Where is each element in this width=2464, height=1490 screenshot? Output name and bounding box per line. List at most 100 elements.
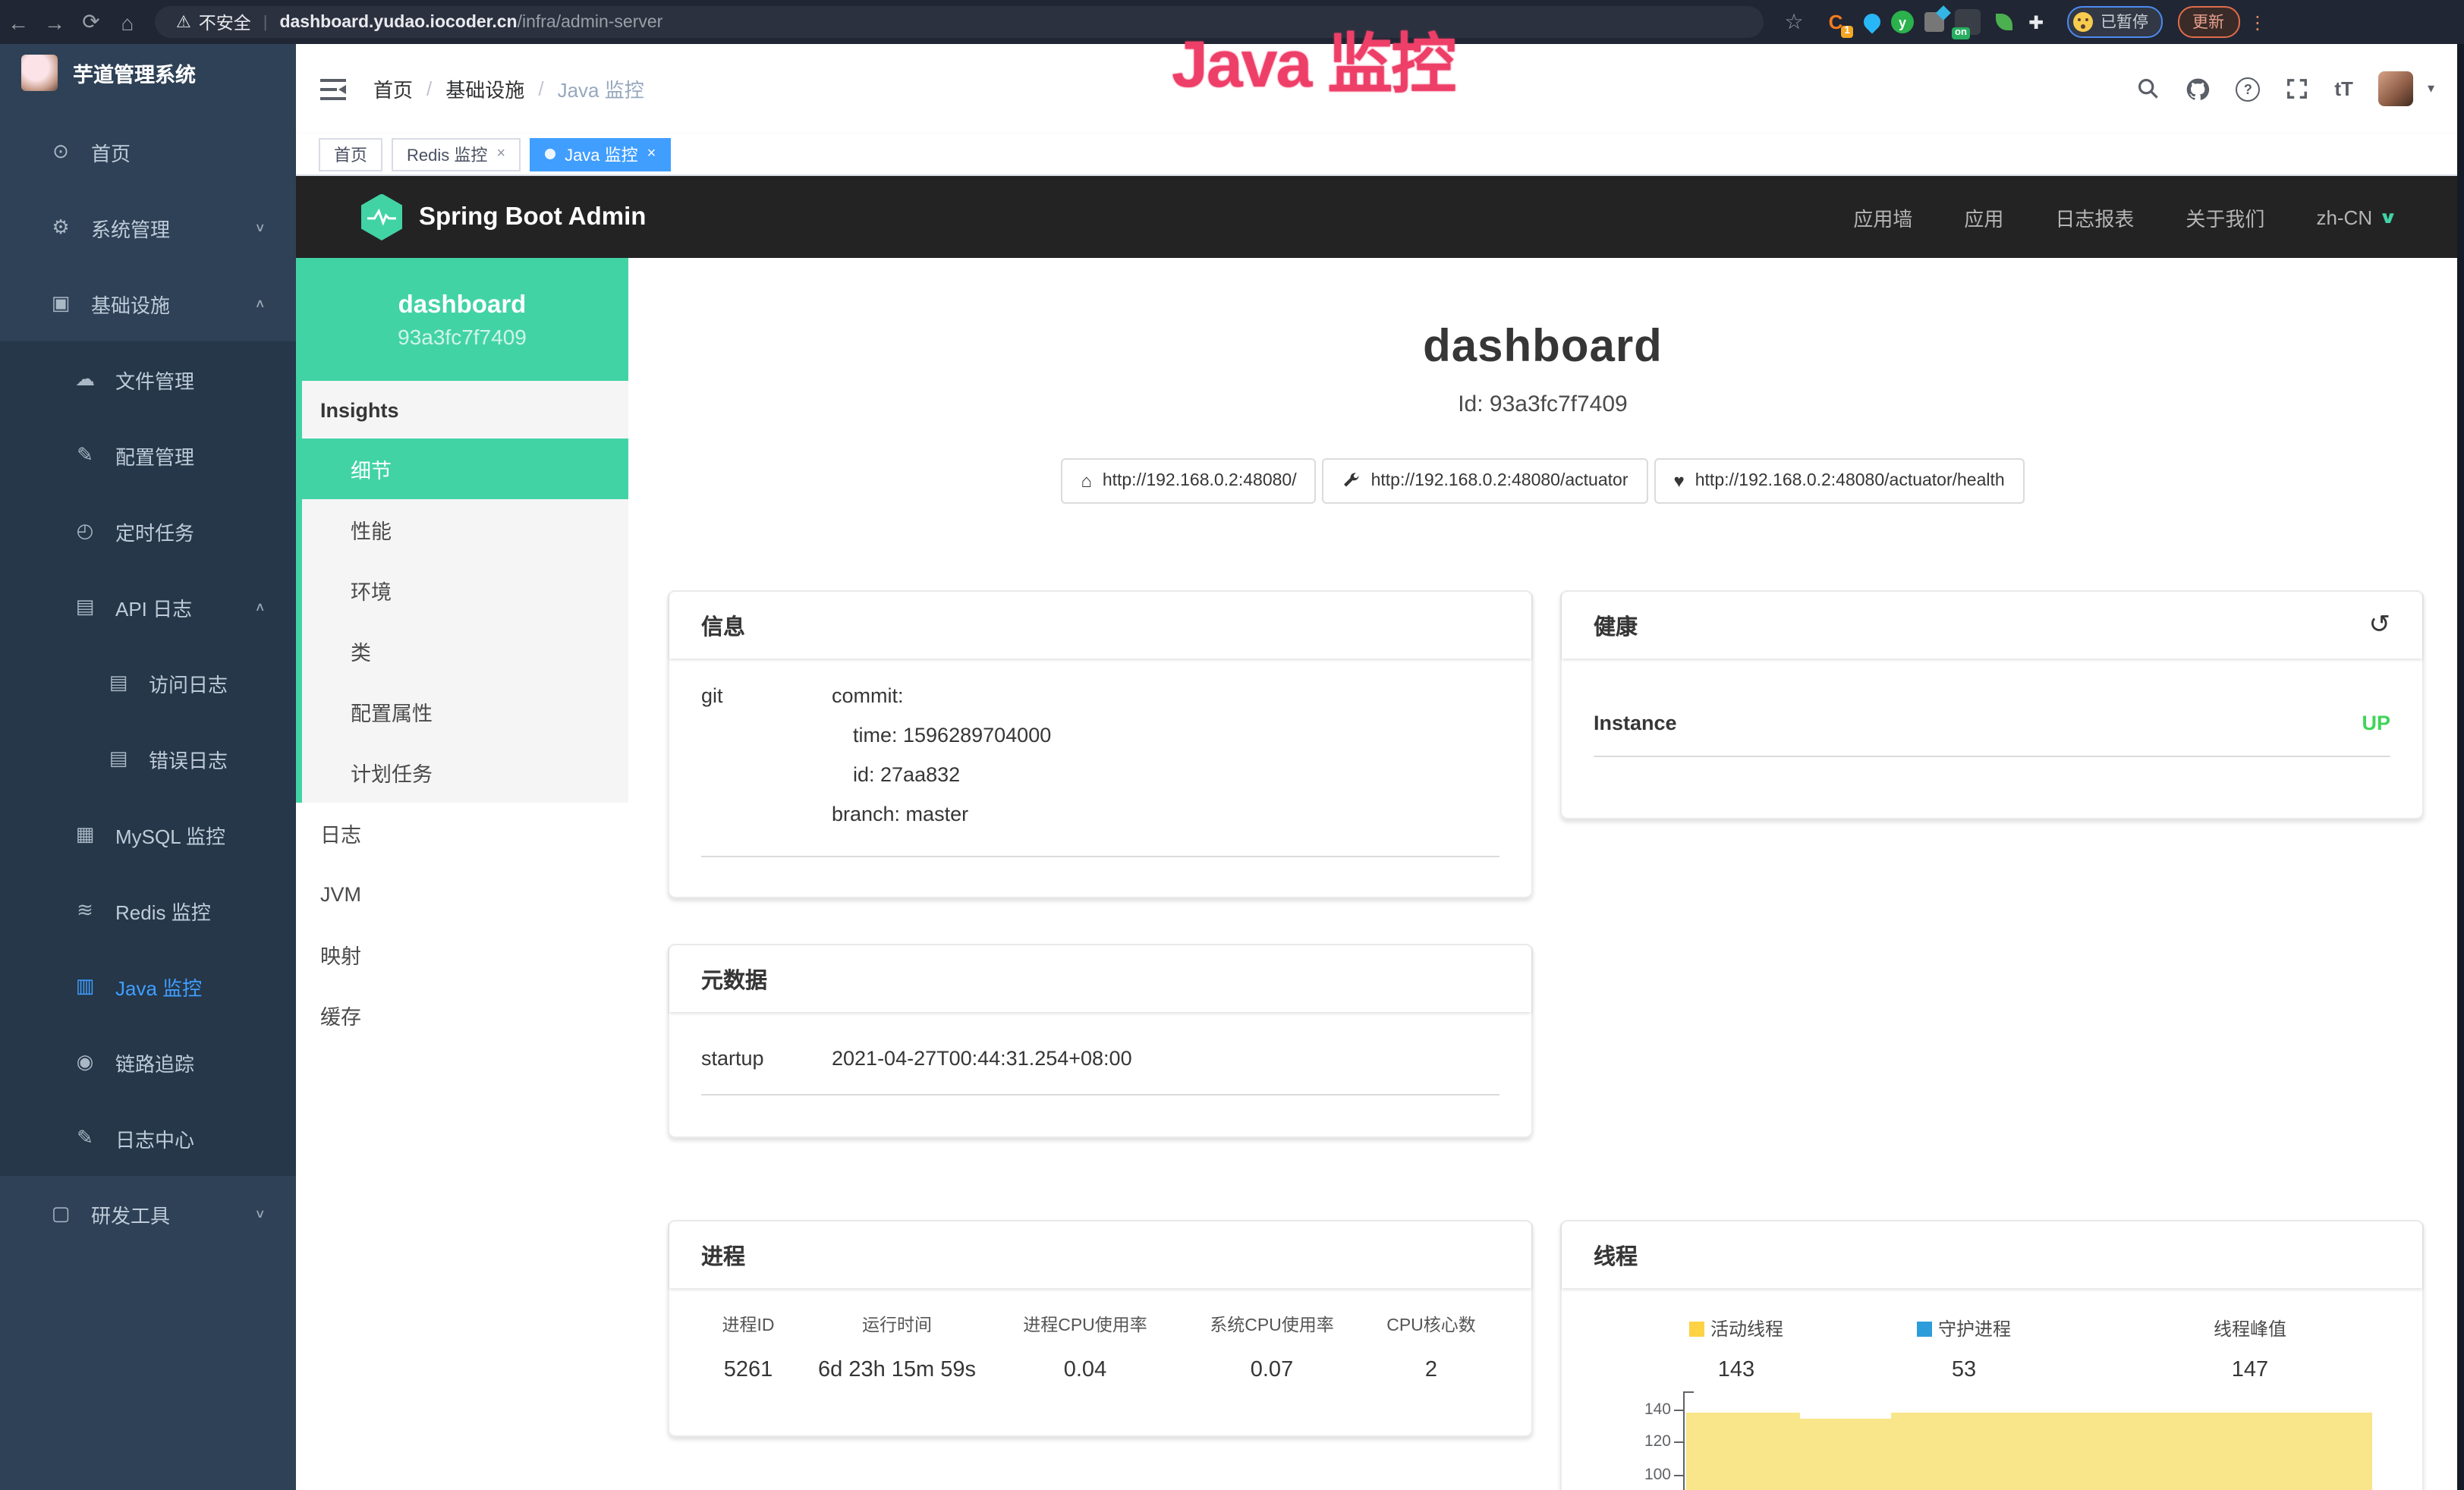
sba-nav-applications[interactable]: 应用 xyxy=(1964,203,2003,231)
sba-item-caches[interactable]: 缓存 xyxy=(296,985,628,1045)
sba-item-classes[interactable]: 类 xyxy=(302,621,628,681)
fullscreen-icon[interactable] xyxy=(2286,77,2308,100)
browser-menu-icon[interactable]: ⋮ xyxy=(2248,11,2267,33)
browser-home-icon[interactable]: ⌂ xyxy=(109,10,146,34)
sidebar-item-log-center[interactable]: ✎日志中心 xyxy=(0,1100,296,1176)
chart-y-axis xyxy=(1683,1391,1685,1490)
sba-instance-header[interactable]: dashboard 93a3fc7f7409 xyxy=(296,258,628,381)
extension-grid-icon[interactable] xyxy=(1924,12,1944,32)
breadcrumb-home[interactable]: 首页 xyxy=(373,74,413,103)
browser-reload-icon[interactable]: ⟳ xyxy=(73,9,109,35)
history-icon[interactable]: ↺ xyxy=(2369,610,2391,640)
browser-back-icon[interactable]: ← xyxy=(0,10,36,34)
legend-daemon-threads[interactable]: 守护进程 xyxy=(1917,1316,2011,1341)
not-secure-label: 不安全 xyxy=(199,10,251,34)
sidebar-item-mysql-monitor[interactable]: ▦MySQL 监控 xyxy=(0,797,296,872)
url-host: dashboard.yudao.iocoder.cn xyxy=(279,13,517,31)
sidebar-item-config-manage[interactable]: ✎配置管理 xyxy=(0,417,296,493)
sba-item-environment[interactable]: 环境 xyxy=(302,560,628,621)
sba-item-config-props[interactable]: 配置属性 xyxy=(302,681,628,742)
sba-brand-title[interactable]: Spring Boot Admin xyxy=(419,203,646,231)
toolbox-icon: ▢ xyxy=(49,1202,73,1226)
sba-nav-wallboard[interactable]: 应用墙 xyxy=(1853,203,1912,231)
process-col-process-cpu: 进程CPU使用率 xyxy=(1023,1288,1147,1337)
git-info-row: git commit: time: 1596289704000 id: 27aa… xyxy=(701,677,1499,857)
actuator-url-button[interactable]: http://192.168.0.2:48080/actuator xyxy=(1323,458,1648,504)
health-url-button[interactable]: ♥ http://192.168.0.2:48080/actuator/heal… xyxy=(1654,458,2025,504)
sba-item-logs[interactable]: 日志 xyxy=(296,803,628,863)
bookmark-star-icon[interactable]: ☆ xyxy=(1776,9,1812,35)
avatar-caret-icon[interactable]: ▾ xyxy=(2428,80,2434,97)
profile-paused-chip[interactable]: 已暂停 xyxy=(2067,6,2162,38)
extension-colorzilla-icon[interactable]: C1 xyxy=(1823,9,1849,35)
sidebar-item-access-log[interactable]: ▤访问日志 xyxy=(0,645,296,721)
legend-live-threads[interactable]: 活动线程 xyxy=(1689,1316,1783,1341)
sidebar-item-infra[interactable]: ▣基础设施∧ xyxy=(0,266,296,341)
extension-on-badge: on xyxy=(1952,27,1970,39)
service-url-button[interactable]: ⌂ http://192.168.0.2:48080/ xyxy=(1061,458,1316,504)
puzzle-extensions-icon[interactable]: ✚ xyxy=(2023,9,2049,35)
close-icon[interactable]: × xyxy=(647,146,656,162)
sidebar-item-api-log[interactable]: ▤API 日志∧ xyxy=(0,569,296,645)
address-bar[interactable]: ⚠ 不安全 | dashboard.yudao.iocoder.cn /infr… xyxy=(155,6,1764,38)
peak-threads-value: 147 xyxy=(2232,1358,2268,1382)
close-icon[interactable]: × xyxy=(496,146,505,162)
sidebar-item-scheduled-jobs[interactable]: ◴定时任务 xyxy=(0,493,296,569)
chrome-update-button[interactable]: 更新 xyxy=(2177,6,2239,38)
page-tabs: 首页 Redis 监控 × Java 监控 × xyxy=(296,134,2464,176)
git-key: git xyxy=(701,677,832,835)
tab-java-monitor[interactable]: Java 监控 × xyxy=(530,137,671,171)
sba-item-details[interactable]: 细节 xyxy=(296,439,628,499)
breadcrumb: 首页 / 基础设施 / Java 监控 xyxy=(373,74,644,103)
redis-icon: ≋ xyxy=(73,898,97,923)
health-card: 健康 ↺ Instance UP xyxy=(1560,590,2424,819)
sidebar-toggle-icon[interactable] xyxy=(320,78,346,99)
emoji-avatar-icon xyxy=(2073,12,2093,32)
ytick-120: 120 xyxy=(1616,1432,1671,1451)
breadcrumb-infra[interactable]: 基础设施 xyxy=(445,74,524,103)
help-icon[interactable]: ? xyxy=(2236,77,2260,101)
sba-item-jvm[interactable]: JVM xyxy=(296,863,628,924)
sba-navbar: Spring Boot Admin 应用墙 应用 日志报表 关于我们 zh-CN… xyxy=(296,176,2464,258)
sidebar-item-error-log[interactable]: ▤错误日志 xyxy=(0,721,296,797)
live-threads-area xyxy=(1686,1413,2372,1490)
sba-nav-about[interactable]: 关于我们 xyxy=(2186,203,2264,231)
extension-leaf-icon[interactable] xyxy=(1996,14,2012,30)
user-avatar[interactable] xyxy=(2379,71,2414,106)
database-icon: ▦ xyxy=(73,822,97,847)
sidebar-item-file-manage[interactable]: ☁文件管理 xyxy=(0,341,296,417)
sidebar-item-system[interactable]: ⚙系统管理∨ xyxy=(0,190,296,266)
browser-forward-icon[interactable]: → xyxy=(36,10,73,34)
sidebar-item-redis-monitor[interactable]: ≋Redis 监控 xyxy=(0,872,296,948)
metadata-card-header: 元数据 xyxy=(669,945,1531,1012)
search-icon[interactable] xyxy=(2137,77,2160,100)
process-uptime-value: 6d 23h 15m 59s xyxy=(818,1337,976,1382)
address-divider: | xyxy=(263,13,268,31)
sba-language-select[interactable]: zh-CN ∨ xyxy=(2316,206,2395,228)
sba-instance-id: 93a3fc7f7409 xyxy=(296,324,628,348)
extension-pin-icon[interactable] xyxy=(1860,10,1883,33)
font-size-icon[interactable]: tT xyxy=(2334,77,2353,100)
sidebar-item-tracing[interactable]: ◉链路追踪 xyxy=(0,1024,296,1100)
sba-nav-journal[interactable]: 日志报表 xyxy=(2055,203,2134,231)
not-secure-warning-icon: ⚠ xyxy=(176,12,191,32)
sba-item-mappings[interactable]: 映射 xyxy=(296,924,628,985)
sidebar-item-java-monitor[interactable]: ▥Java 监控 xyxy=(0,948,296,1024)
threads-card-header: 线程 xyxy=(1562,1221,2422,1288)
github-icon[interactable] xyxy=(2186,77,2210,101)
tab-home[interactable]: 首页 xyxy=(319,137,382,171)
instance-health-row[interactable]: Instance UP xyxy=(1594,689,2390,757)
extension-switch-icon[interactable]: on xyxy=(1955,9,1981,35)
sba-item-metrics[interactable]: 性能 xyxy=(302,499,628,560)
sba-section-insights: Insights xyxy=(302,381,628,439)
sidebar-item-dev-tools[interactable]: ▢研发工具∨ xyxy=(0,1176,296,1252)
log-icon: ▤ xyxy=(73,595,97,619)
tab-redis-monitor[interactable]: Redis 监控 × xyxy=(392,137,521,171)
sba-item-scheduled-tasks[interactable]: 计划任务 xyxy=(302,742,628,803)
sidebar-item-home[interactable]: ⊙首页 xyxy=(0,114,296,190)
metadata-card: 元数据 startup 2021-04-27T00:44:31.254+08:0… xyxy=(668,944,1533,1138)
threads-legend: 活动线程 守护进程 线程峰值 xyxy=(1562,1316,2422,1341)
extension-y-icon[interactable]: y xyxy=(1891,11,1914,33)
git-commit-line: commit: xyxy=(832,677,1051,716)
process-col-cpus: CPU核心数 xyxy=(1386,1288,1476,1337)
